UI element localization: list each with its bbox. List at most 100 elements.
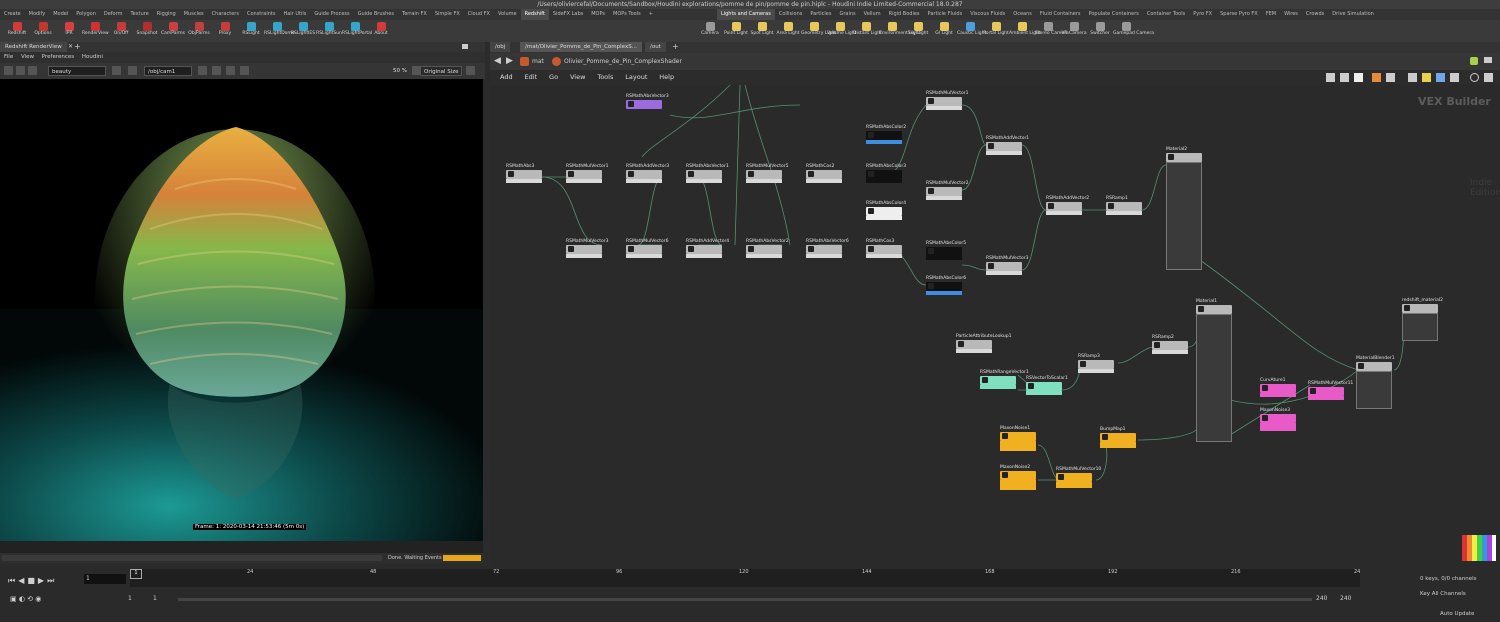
region-icon[interactable] xyxy=(198,66,207,75)
node[interactable]: RSMathMulVector1 xyxy=(566,164,608,183)
node-body[interactable] xyxy=(686,170,722,179)
shelf-tab[interactable]: Volume xyxy=(494,9,521,20)
node[interactable]: RSMathMulVector11 xyxy=(1308,381,1353,400)
tab-obj[interactable]: /obj xyxy=(490,42,511,52)
shelf-tab[interactable]: Rigging xyxy=(153,9,180,20)
snapshot-icon[interactable] xyxy=(128,66,137,75)
node-body[interactable] xyxy=(1260,414,1296,423)
menu-preferences[interactable]: Preferences xyxy=(42,54,74,60)
node-body[interactable] xyxy=(626,245,662,254)
shelf-tab[interactable]: Characters xyxy=(208,9,243,20)
back-icon[interactable]: ◀ xyxy=(494,56,501,66)
shelf-tool[interactable]: GI Light xyxy=(931,20,957,42)
ghost-icon[interactable] xyxy=(1450,73,1459,82)
node[interactable]: RSMathAddVector4 xyxy=(686,239,729,258)
shelf-tool[interactable]: Proxy xyxy=(212,20,238,42)
shelf-tab[interactable]: Cloud FX xyxy=(464,9,494,20)
node-body[interactable] xyxy=(806,245,842,254)
node-body[interactable] xyxy=(980,376,1016,385)
shelf-tab[interactable]: Terrain FX xyxy=(398,9,431,20)
crop-icon[interactable] xyxy=(212,66,221,75)
context-label[interactable]: mat xyxy=(532,53,544,70)
node-body[interactable] xyxy=(1026,382,1062,391)
tools-icon[interactable] xyxy=(1326,73,1335,82)
shelf-tool[interactable]: Stereo Camera xyxy=(1035,20,1069,42)
node[interactable]: Material2 xyxy=(1166,147,1202,270)
shelf-tab[interactable]: Redshift xyxy=(520,9,549,20)
shelf-tab[interactable]: Constraints xyxy=(243,9,280,20)
render-view[interactable]: Frame: 1: 2020-03-14 21:53:46 (5m 0s) xyxy=(0,79,483,541)
shelf-tool[interactable]: Volume Light xyxy=(827,20,856,42)
menu-help[interactable]: Help xyxy=(659,73,674,81)
node[interactable]: RSMathAbsColor4 xyxy=(866,201,906,220)
shelf-tool[interactable]: RenderView xyxy=(82,20,109,42)
node-body[interactable] xyxy=(806,170,842,179)
size-mode-select[interactable]: Original Size xyxy=(420,66,462,76)
node[interactable]: CurvAture1 xyxy=(1260,378,1296,397)
node-body[interactable] xyxy=(986,142,1022,151)
pin-icon[interactable] xyxy=(1470,57,1478,65)
shelf-tool[interactable]: Caustic Light xyxy=(957,20,986,42)
node-body[interactable] xyxy=(746,170,782,179)
menu-add[interactable]: Add xyxy=(500,73,513,81)
menu-view[interactable]: View xyxy=(570,73,585,81)
shelf-tab[interactable]: Lights and Cameras xyxy=(716,9,775,20)
shelf-tab[interactable]: Sparse Pyro FX xyxy=(1216,9,1262,20)
start-frame[interactable]: 1 xyxy=(128,595,132,602)
node-body[interactable] xyxy=(926,97,962,106)
node[interactable]: RSRamp2 xyxy=(1152,335,1188,354)
node[interactable]: RSMathAbs3 xyxy=(506,164,542,183)
sticky-icon[interactable] xyxy=(1408,73,1417,82)
shelf-tab[interactable]: Crowds xyxy=(1302,9,1328,20)
options-icons[interactable]: ▣ ◐ ⟲ ◉ xyxy=(10,595,41,603)
shelf-tool[interactable]: Distant Light xyxy=(853,20,882,42)
shelf-tab[interactable]: Pyro FX xyxy=(1189,9,1216,20)
node-body[interactable] xyxy=(746,245,782,254)
auto-update[interactable]: Auto Update xyxy=(1440,611,1474,617)
key-all-channels[interactable]: Key All Channels xyxy=(1420,591,1466,597)
pane-menu-icon[interactable] xyxy=(462,44,468,49)
aov-select[interactable]: beauty xyxy=(48,66,106,76)
node-body[interactable] xyxy=(1166,153,1202,162)
shelf-tool[interactable]: Gamepad Camera xyxy=(1113,20,1154,42)
shelf-tab[interactable]: + xyxy=(645,9,657,20)
node[interactable]: MaxonNoise2 xyxy=(1000,465,1036,490)
node-body[interactable] xyxy=(1260,384,1296,393)
node-body[interactable] xyxy=(506,170,542,179)
shelf-tab[interactable]: Guide Brushes xyxy=(354,9,398,20)
node-body[interactable] xyxy=(1356,362,1392,371)
shelf-tab[interactable]: Rigid Bodies xyxy=(885,9,924,20)
node[interactable]: RSMathAbsColor2 xyxy=(866,125,906,144)
shelf-tab[interactable]: Model xyxy=(49,9,72,20)
node[interactable]: MaterialBlender1 xyxy=(1356,356,1395,409)
menu-view[interactable]: View xyxy=(21,54,34,60)
shelf-tool[interactable]: Point Light xyxy=(723,20,749,42)
shelf-tool[interactable]: Camera xyxy=(697,20,723,42)
shelf-tab[interactable]: Particles xyxy=(806,9,835,20)
node-body[interactable] xyxy=(926,187,962,196)
shelf-tool[interactable]: Options xyxy=(30,20,56,42)
shelf-tab[interactable]: Drive Simulation xyxy=(1328,9,1378,20)
shelf-tool[interactable]: Snapshot xyxy=(134,20,160,42)
shelf-tab[interactable]: Simple FX xyxy=(431,9,464,20)
node-body[interactable] xyxy=(926,247,962,256)
shelf-tool[interactable]: Sky Light xyxy=(905,20,931,42)
range-start[interactable]: 1 xyxy=(153,595,157,602)
timeline-track[interactable]: 1 24 48 72 96 120 144 168 192 216 24 xyxy=(130,569,1360,587)
shelf-tool[interactable]: Switcher xyxy=(1087,20,1113,42)
node-body[interactable] xyxy=(1402,304,1438,313)
shelf-tab[interactable]: SideFX Labs xyxy=(549,9,587,20)
pause-icon[interactable] xyxy=(28,66,37,75)
tab-out[interactable]: /out xyxy=(645,42,666,52)
shelf-tool[interactable]: Geometry Light xyxy=(801,20,836,42)
shelf-tool[interactable]: RSLightSun xyxy=(316,20,342,42)
shelf-tab[interactable]: MOPs xyxy=(587,9,609,20)
tab-mat[interactable]: /mat/Olivier_Pomme_de_Pin_ComplexS... xyxy=(520,42,642,52)
node[interactable]: RSMathAddVector1 xyxy=(986,136,1029,155)
node[interactable]: RSVectorToScalar1 xyxy=(1026,376,1068,395)
shelf-tool[interactable]: Portal Light xyxy=(983,20,1009,42)
shelf-tool[interactable]: Environment Light xyxy=(879,20,920,42)
shelf-tab[interactable]: Muscles xyxy=(180,9,208,20)
node-body[interactable] xyxy=(866,207,902,216)
node[interactable]: RSMathMulVector3 xyxy=(986,256,1028,275)
